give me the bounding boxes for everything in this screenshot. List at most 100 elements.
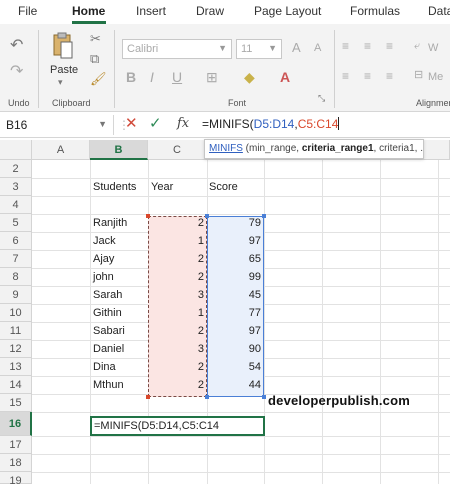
borders-icon[interactable]: ⊞ xyxy=(206,70,218,84)
paste-icon[interactable] xyxy=(52,32,74,60)
header-students[interactable]: Students xyxy=(93,178,136,196)
column-header-a[interactable]: A xyxy=(32,140,90,160)
copy-icon[interactable]: ⧉ xyxy=(90,52,99,65)
tab-insert[interactable]: Insert xyxy=(136,4,166,18)
row-header[interactable]: 5 xyxy=(0,214,32,232)
year-cell[interactable]: 3 xyxy=(148,286,207,304)
row-header[interactable]: 7 xyxy=(0,250,32,268)
undo-icon[interactable]: ↶ xyxy=(10,38,23,54)
student-cell[interactable]: Sarah xyxy=(93,286,122,304)
select-all-corner[interactable] xyxy=(0,140,32,160)
tab-formulas[interactable]: Formulas xyxy=(350,4,400,18)
year-cell[interactable]: 2 xyxy=(148,322,207,340)
font-size-dropdown[interactable]: 11 ▼ xyxy=(236,39,282,59)
merge-icon[interactable]: ⊟ xyxy=(414,70,423,81)
align-left-icon[interactable]: ≡ xyxy=(342,70,349,82)
row-header[interactable]: 14 xyxy=(0,376,32,394)
student-cell[interactable]: Ajay xyxy=(93,250,114,268)
score-cell[interactable]: 45 xyxy=(207,286,264,304)
year-cell[interactable]: 1 xyxy=(148,232,207,250)
score-cell[interactable]: 90 xyxy=(207,340,264,358)
underline-icon[interactable]: U xyxy=(172,70,182,84)
increase-font-icon[interactable]: A xyxy=(292,41,301,54)
year-cell[interactable]: 3 xyxy=(148,340,207,358)
year-cell[interactable]: 2 xyxy=(148,376,207,394)
score-cell[interactable]: 79 xyxy=(207,214,264,232)
fill-color-icon[interactable]: ◆ xyxy=(244,70,255,84)
format-painter-icon[interactable]: 🖌 xyxy=(90,72,107,85)
year-cell[interactable]: 2 xyxy=(148,268,207,286)
row-header[interactable]: 13 xyxy=(0,358,32,376)
cancel-icon[interactable]: ✕ xyxy=(125,116,138,132)
student-cell[interactable]: Githin xyxy=(93,304,122,322)
align-top-icon[interactable]: ≡ xyxy=(342,40,349,52)
score-cell[interactable]: 77 xyxy=(207,304,264,322)
tab-data[interactable]: Data xyxy=(428,4,450,18)
row-header[interactable]: 19 xyxy=(0,472,32,487)
tab-home[interactable]: Home xyxy=(72,4,105,18)
merge-label[interactable]: Me xyxy=(428,71,443,83)
range-handle[interactable] xyxy=(205,395,209,399)
row-header[interactable]: 4 xyxy=(0,196,32,214)
bold-icon[interactable]: B xyxy=(126,70,136,84)
wrap-text-label[interactable]: W xyxy=(428,42,438,54)
student-cell[interactable]: Mthun xyxy=(93,376,124,394)
range-handle[interactable] xyxy=(262,395,266,399)
enter-icon[interactable]: ✓ xyxy=(149,116,162,132)
wrap-text-icon[interactable]: ⤶ xyxy=(414,41,420,52)
year-cell[interactable]: 2 xyxy=(148,358,207,376)
score-cell[interactable]: 97 xyxy=(207,232,264,250)
insert-function-icon[interactable]: fx xyxy=(177,116,189,132)
student-cell[interactable]: Daniel xyxy=(93,340,124,358)
year-cell[interactable]: 2 xyxy=(148,214,207,232)
column-header-c[interactable]: C xyxy=(148,140,207,160)
align-right-icon[interactable]: ≡ xyxy=(386,70,393,82)
name-box[interactable]: B16 ▼ xyxy=(0,115,114,135)
font-name-dropdown[interactable]: Calibri ▼ xyxy=(122,39,232,59)
tab-file[interactable]: File xyxy=(18,4,37,18)
year-cell[interactable]: 2 xyxy=(148,250,207,268)
score-cell[interactable]: 54 xyxy=(207,358,264,376)
year-cell[interactable]: 1 xyxy=(148,304,207,322)
paste-button-label[interactable]: Paste xyxy=(50,64,78,76)
student-cell[interactable]: john xyxy=(93,268,114,286)
row-header[interactable]: 11 xyxy=(0,322,32,340)
score-cell[interactable]: 65 xyxy=(207,250,264,268)
header-year[interactable]: Year xyxy=(151,178,173,196)
cut-icon[interactable]: ✂ xyxy=(90,32,101,45)
redo-icon[interactable]: ↷ xyxy=(10,64,23,80)
decrease-font-icon[interactable]: A xyxy=(314,43,321,54)
header-score[interactable]: Score xyxy=(209,178,238,196)
tooltip-function-link[interactable]: MINIFS xyxy=(209,143,243,154)
row-header[interactable]: 17 xyxy=(0,436,32,454)
score-cell[interactable]: 99 xyxy=(207,268,264,286)
row-header[interactable]: 3 xyxy=(0,178,32,196)
italic-icon[interactable]: I xyxy=(150,70,154,84)
score-cell[interactable]: 97 xyxy=(207,322,264,340)
student-cell[interactable]: Dina xyxy=(93,358,116,376)
align-center-icon[interactable]: ≡ xyxy=(364,70,371,82)
paste-dropdown-icon[interactable]: ▾ xyxy=(58,78,63,87)
font-dialog-launcher-icon[interactable]: ⤡ xyxy=(318,94,325,103)
align-middle-icon[interactable]: ≡ xyxy=(364,40,371,52)
student-cell[interactable]: Jack xyxy=(93,232,116,250)
row-header[interactable]: 18 xyxy=(0,454,32,472)
font-color-icon[interactable]: A xyxy=(280,70,290,84)
student-cell[interactable]: Ranjith xyxy=(93,214,127,232)
row-header[interactable]: 8 xyxy=(0,268,32,286)
tab-draw[interactable]: Draw xyxy=(196,4,224,18)
active-cell-b16[interactable]: =MINIFS(D5:D14,C5:C14 xyxy=(90,416,265,436)
row-header[interactable]: 10 xyxy=(0,304,32,322)
row-header[interactable]: 15 xyxy=(0,394,32,412)
row-header[interactable]: 6 xyxy=(0,232,32,250)
align-bottom-icon[interactable]: ≡ xyxy=(386,40,393,52)
range-handle[interactable] xyxy=(146,395,150,399)
row-header[interactable]: 2 xyxy=(0,160,32,178)
formula-input[interactable]: =MINIFS(D5:D14,C5:C14 xyxy=(202,117,340,131)
tab-page-layout[interactable]: Page Layout xyxy=(254,4,321,18)
row-header-selected[interactable]: 16 xyxy=(0,412,32,436)
score-cell[interactable]: 44 xyxy=(207,376,264,394)
row-header[interactable]: 12 xyxy=(0,340,32,358)
student-cell[interactable]: Sabari xyxy=(93,322,125,340)
row-header[interactable]: 9 xyxy=(0,286,32,304)
